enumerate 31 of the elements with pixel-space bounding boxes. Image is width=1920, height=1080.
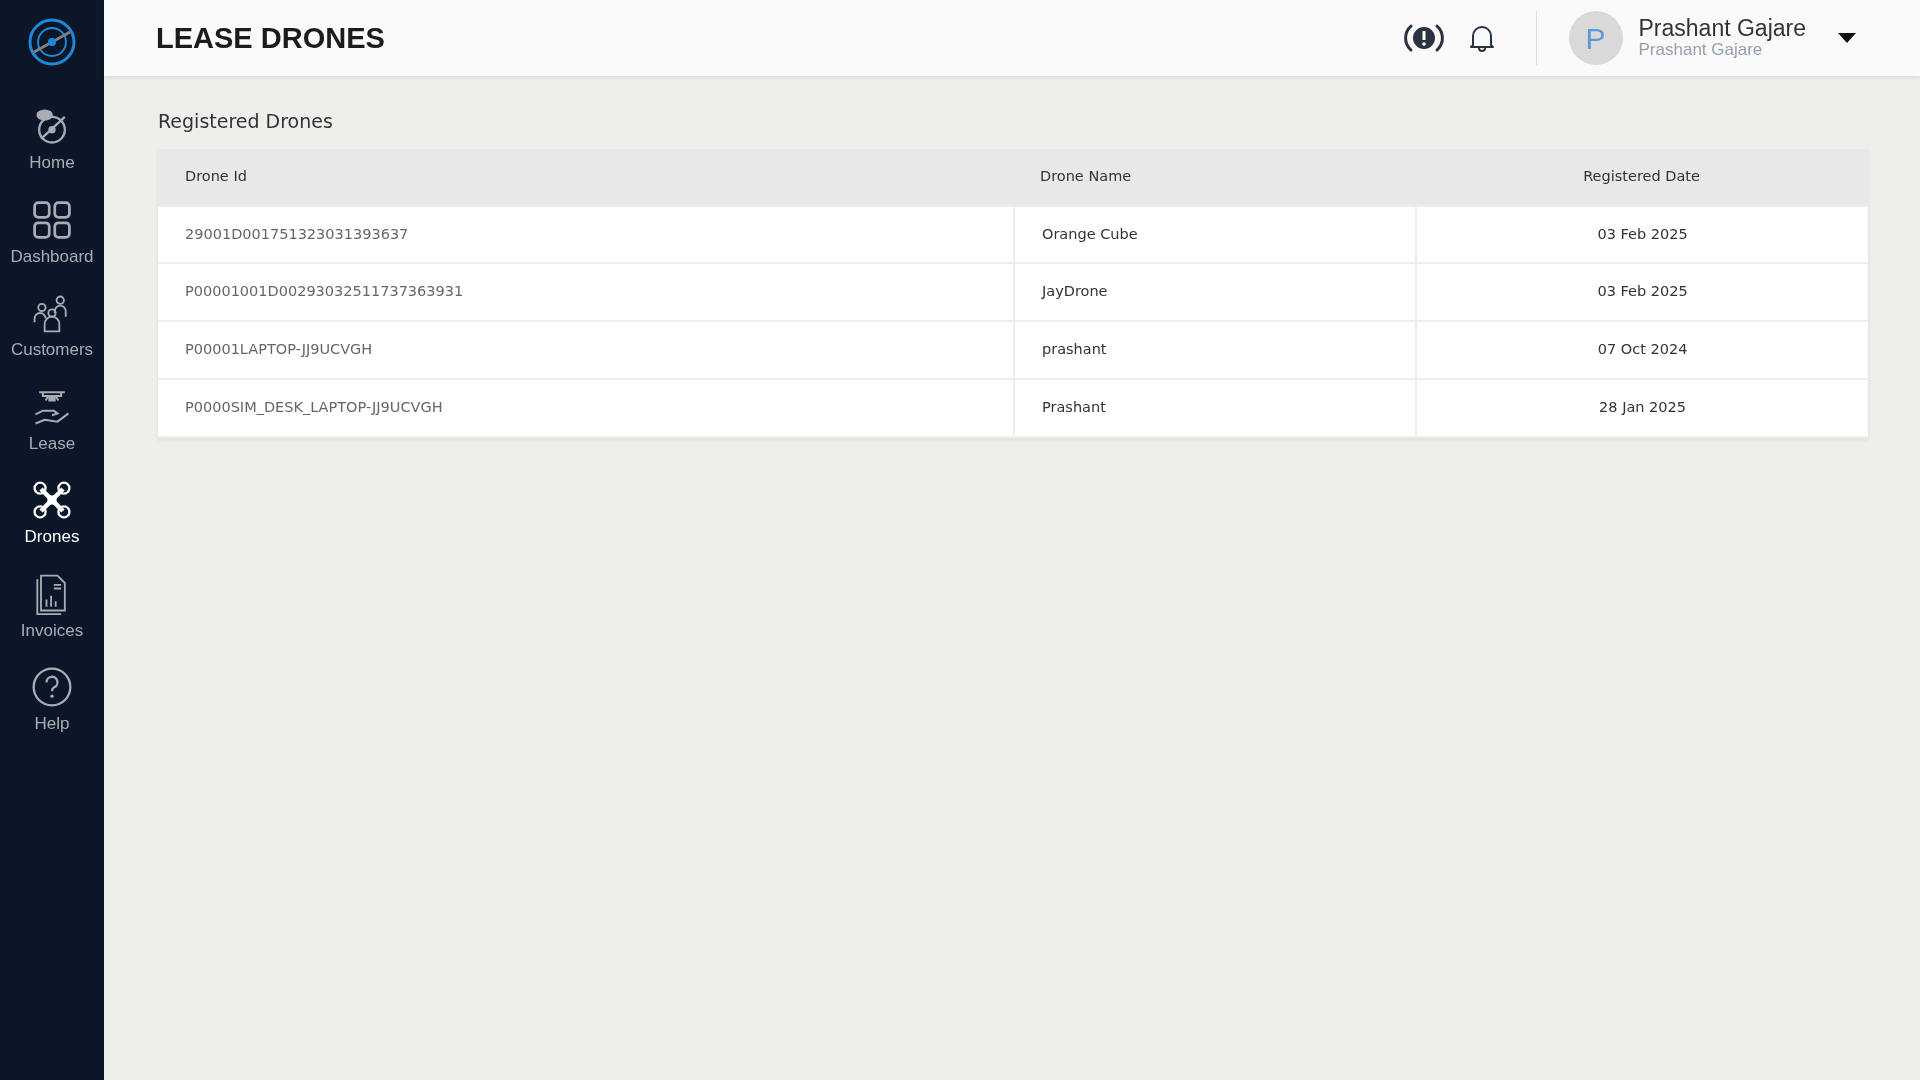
column-header: Registered Date: [1415, 148, 1868, 205]
table-cell: P0000SIM_DESK_LAPTOP-JJ9UCVGH: [158, 379, 1013, 436]
table-cell: Orange Cube: [1013, 206, 1416, 263]
section-title: Registered Drones: [158, 110, 334, 133]
sidebar-item[interactable]: Invoices: [0, 571, 104, 643]
alert-icon[interactable]: [1403, 22, 1444, 54]
table-cell: P00001LAPTOP-JJ9UCVGH: [158, 322, 1013, 378]
sidebar-item[interactable]: Dashboard: [0, 197, 104, 269]
user-name: Prashant Gajare: [1638, 16, 1806, 42]
bell-icon[interactable]: [1467, 23, 1496, 53]
table-cell: 28 Jan 2025: [1415, 379, 1868, 436]
user-subtitle: Prashant Gajare: [1638, 41, 1763, 60]
table-cell: 29001D001751323031393637: [158, 206, 1013, 263]
table-cell: P00001001D00293032511737363931: [158, 264, 1013, 321]
column-header: Drone Id: [158, 148, 1013, 205]
sidebar-item[interactable]: Help: [0, 665, 104, 737]
sidebar-item[interactable]: Customers: [0, 291, 104, 363]
caret-icon[interactable]: [1838, 33, 1856, 43]
table-cell: 07 Oct 2024: [1415, 322, 1868, 378]
column-header: Drone Name: [1013, 148, 1416, 205]
sidebar-item[interactable]: Drones: [0, 478, 104, 550]
table-cell: prashant: [1013, 322, 1416, 378]
help-icon: [30, 665, 74, 709]
table-cell: 03 Feb 2025: [1415, 206, 1868, 263]
sidebar-item[interactable]: Home: [0, 104, 104, 176]
table-cell: Prashant: [1013, 379, 1416, 436]
sidebar-item[interactable]: Lease: [0, 384, 104, 456]
page-title: LEASE DRONES: [155, 20, 386, 56]
table-cell: JayDrone: [1013, 264, 1416, 321]
logo-icon: [26, 16, 78, 68]
table-cell: 03 Feb 2025: [1415, 264, 1868, 321]
